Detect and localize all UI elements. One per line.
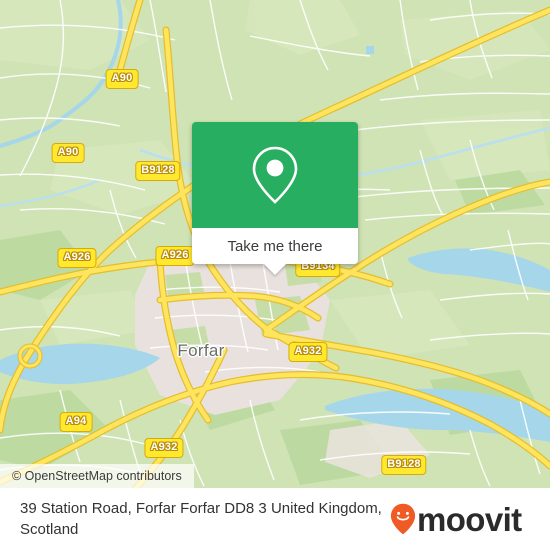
footer-bar: 39 Station Road, Forfar Forfar DD8 3 Uni… <box>0 488 550 550</box>
road-shield: A90 <box>51 143 85 163</box>
address-line-1: 39 Station Road, Forfar Forfar DD8 3 Uni… <box>20 499 315 517</box>
moovit-logo[interactable]: moovit <box>390 503 528 536</box>
map-canvas[interactable]: Forfar A90 A90 B9128 A926 A926 B9134 A93… <box>0 0 550 488</box>
road-shield: A932 <box>144 438 184 458</box>
map-pin-icon <box>252 146 298 204</box>
place-label-forfar: Forfar <box>177 341 225 360</box>
road-shield: A90 <box>105 69 139 89</box>
road-shield: B9128 <box>381 455 427 475</box>
map-attribution[interactable]: © OpenStreetMap contributors <box>0 464 194 488</box>
address-text: 39 Station Road, Forfar Forfar DD8 3 Uni… <box>20 498 390 541</box>
moovit-pin-icon <box>390 503 416 535</box>
moovit-wordmark: moovit <box>417 500 522 538</box>
take-me-there-label: Take me there <box>227 237 323 255</box>
callout-action-panel[interactable]: Take me there <box>192 228 358 275</box>
road-shield: A94 <box>59 412 93 432</box>
callout-icon-panel <box>192 122 358 228</box>
location-callout-card[interactable]: Take me there <box>192 122 358 275</box>
road-shield: A926 <box>57 248 97 268</box>
map-screenshot: Forfar A90 A90 B9128 A926 A926 B9134 A93… <box>0 0 550 550</box>
road-shield: A932 <box>288 342 328 362</box>
callout-pointer-tail <box>264 264 286 275</box>
road-shield: A926 <box>155 246 195 266</box>
road-shield: B9128 <box>135 161 181 181</box>
